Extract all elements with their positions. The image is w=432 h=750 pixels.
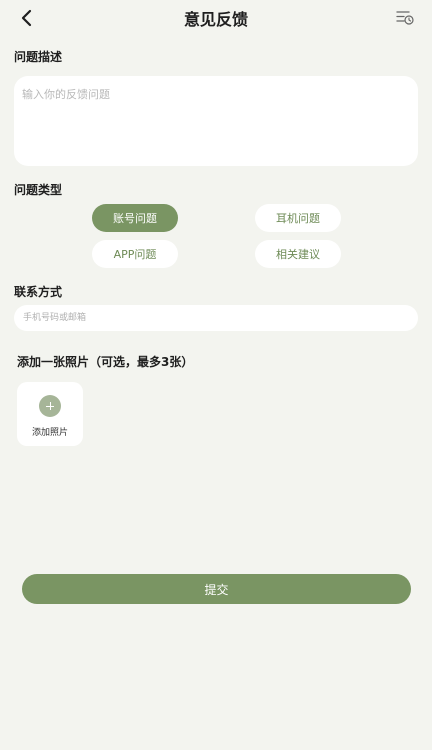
- chip-account-issue[interactable]: 账号问题: [92, 204, 178, 232]
- chip-suggestion[interactable]: 相关建议: [255, 240, 341, 268]
- description-input-box[interactable]: [14, 76, 418, 166]
- contact-label: 联系方式: [14, 285, 63, 299]
- contact-input-box[interactable]: [14, 305, 418, 331]
- description-label: 问题描述: [14, 50, 63, 64]
- photos-label: 添加一张照片（可选，最多3张）: [17, 355, 194, 369]
- description-input[interactable]: [14, 76, 418, 166]
- chip-earphone-issue[interactable]: 耳机问题: [255, 204, 341, 232]
- issue-type-label: 问题类型: [14, 183, 63, 197]
- page-title: 意见反馈: [183, 10, 248, 29]
- plus-icon: [39, 395, 61, 417]
- add-photo-button[interactable]: 添加照片: [17, 382, 83, 446]
- contact-input[interactable]: [14, 305, 418, 331]
- add-photo-label: 添加照片: [31, 428, 68, 438]
- navigation-bar: 意见反馈: [0, 0, 432, 34]
- list-clock-icon[interactable]: [396, 8, 414, 26]
- submit-button[interactable]: 提交: [22, 574, 411, 604]
- chip-app-issue[interactable]: APP问题: [92, 240, 178, 268]
